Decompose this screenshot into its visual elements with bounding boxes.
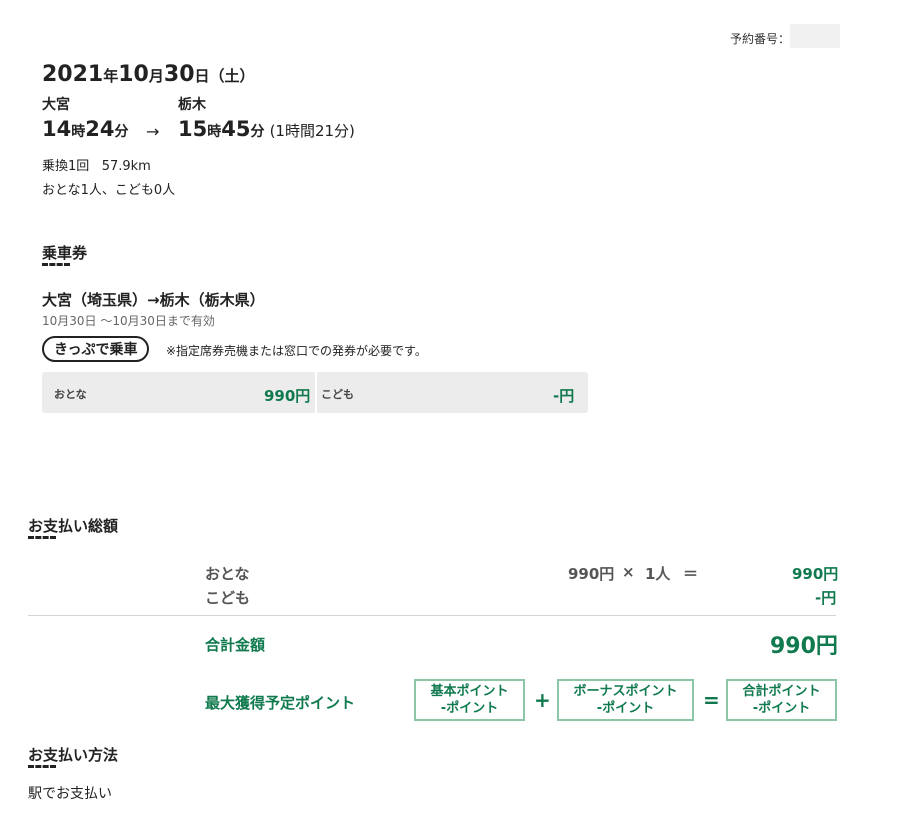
arrow-icon: → <box>146 122 160 141</box>
fare-child-value: -円 <box>553 387 575 405</box>
dep-hour: 14 <box>42 117 72 141</box>
dep-minute: 24 <box>85 117 115 141</box>
total-points-name: 合計ポイント <box>742 684 821 699</box>
section-underline <box>42 263 70 266</box>
total-divider <box>28 615 836 616</box>
ticket-validity: 10月30日 ～10月30日まで有効 <box>42 314 215 328</box>
plus-icon: + <box>534 688 551 712</box>
total-value: 990円 <box>770 634 838 659</box>
transfer-info: 乗換1回 57.9km <box>42 155 151 174</box>
bonus-points-box: ボーナスポイント -ポイント <box>557 679 694 721</box>
pay-adult-amount: 990円 <box>792 565 839 583</box>
payment-method-title: お支払い方法 <box>28 746 119 764</box>
section-underline <box>28 765 56 768</box>
section-underline <box>28 536 56 539</box>
arrival-time: 15時45分 (1時間21分) <box>178 117 355 141</box>
ticket-type-row: きっぷで乗車 <box>42 336 150 362</box>
date-year: 2021 <box>42 62 104 87</box>
points-label: 最大獲得予定ポイント <box>205 694 356 712</box>
payment-method-value: 駅でお支払い <box>28 786 112 802</box>
fare-child-label: こども <box>321 388 354 401</box>
total-points-value: -ポイント <box>752 701 811 716</box>
arrival-station: 栃木 <box>178 97 206 113</box>
departure-station: 大宮 <box>42 97 70 113</box>
bonus-points-value: -ポイント <box>596 701 655 716</box>
reservation-number-redacted <box>790 24 840 48</box>
fare-divider <box>315 372 317 413</box>
pay-adult-unit-price: 990円 <box>568 565 615 583</box>
basic-points-box: 基本ポイント -ポイント <box>414 679 525 721</box>
date-year-unit: 年 <box>103 67 119 85</box>
total-points-box: 合計ポイント -ポイント <box>726 679 837 721</box>
date-month-unit: 月 <box>148 67 164 85</box>
arr-minute-unit: 分 <box>250 124 265 140</box>
ticket-type-badge: きっぷで乗車 <box>42 336 150 362</box>
departure-time: 14時24分 <box>42 117 128 141</box>
trip-duration: (1時間21分) <box>269 122 355 140</box>
pay-child-label: こども <box>205 589 251 607</box>
trip-distance: 57.9km <box>101 159 151 174</box>
arr-hour-unit: 時 <box>207 124 222 140</box>
multiply-icon: × <box>622 563 635 581</box>
payment-total-title: お支払い総額 <box>28 517 119 535</box>
pay-adult-count: 1人 <box>645 565 671 583</box>
ticket-route: 大宮（埼玉県）→栃木（栃木県） <box>42 291 265 309</box>
transfer-count: 乗換1回 <box>42 159 90 174</box>
ticket-section-title: 乗車券 <box>42 244 88 262</box>
total-label: 合計金額 <box>205 636 266 654</box>
equals-icon: = <box>703 688 720 712</box>
ticket-issue-note: ※指定席券売機または窓口での発券が必要です。 <box>166 344 427 358</box>
basic-points-value: -ポイント <box>440 701 499 716</box>
dep-hour-unit: 時 <box>71 124 86 140</box>
arr-hour: 15 <box>178 117 208 141</box>
date-weekday: （土） <box>209 67 255 85</box>
pay-adult-label: おとな <box>205 565 250 583</box>
travel-date: 2021年10月30日（土） <box>42 62 255 87</box>
dep-minute-unit: 分 <box>114 124 129 140</box>
arr-minute: 45 <box>221 117 251 141</box>
fare-adult-label: おとな <box>54 388 87 401</box>
passenger-count: おとな1人、こども0人 <box>42 183 176 198</box>
equals-icon: ＝ <box>683 565 699 583</box>
date-day: 30 <box>163 62 195 87</box>
reservation-number-label: 予約番号： <box>730 32 791 46</box>
fare-adult-value: 990円 <box>264 387 311 405</box>
bonus-points-name: ボーナスポイント <box>573 684 678 699</box>
date-month: 10 <box>118 62 149 87</box>
date-day-unit: 日 <box>194 67 210 85</box>
pay-child-amount: -円 <box>815 589 837 607</box>
basic-points-name: 基本ポイント <box>430 684 509 699</box>
